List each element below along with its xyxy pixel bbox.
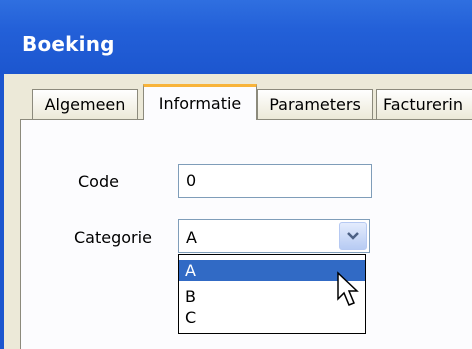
dropdown-option-c[interactable]: C xyxy=(179,307,365,328)
tab-algemeen-label: Algemeen xyxy=(44,95,126,114)
option-c-label: C xyxy=(185,308,197,327)
title-bar[interactable]: Boeking xyxy=(0,0,472,74)
categorie-label: Categorie xyxy=(74,228,152,247)
code-field[interactable]: 0 xyxy=(178,164,372,198)
code-label: Code xyxy=(78,172,119,191)
categorie-selected-value: A xyxy=(186,228,197,247)
option-a-label: A xyxy=(185,261,196,280)
chevron-down-icon xyxy=(347,232,359,240)
dialog-window: Boeking Algemeen Informatie Parameters F… xyxy=(0,0,472,349)
tab-facturering[interactable]: Facturerin xyxy=(376,89,472,119)
tab-algemeen[interactable]: Algemeen xyxy=(32,89,138,119)
tab-informatie-label: Informatie xyxy=(158,94,242,113)
categorie-combobox[interactable]: A xyxy=(178,219,370,253)
tab-parameters-label: Parameters xyxy=(269,95,361,114)
code-value: 0 xyxy=(186,171,197,190)
option-b-label: B xyxy=(185,287,196,306)
window-left-border xyxy=(0,74,4,349)
tab-informatie[interactable]: Informatie xyxy=(143,84,257,120)
window-title: Boeking xyxy=(22,32,115,56)
dropdown-button[interactable] xyxy=(339,222,367,250)
tab-parameters[interactable]: Parameters xyxy=(257,89,373,119)
tab-facturering-label: Facturerin xyxy=(383,95,463,114)
mouse-pointer-icon xyxy=(337,271,359,306)
